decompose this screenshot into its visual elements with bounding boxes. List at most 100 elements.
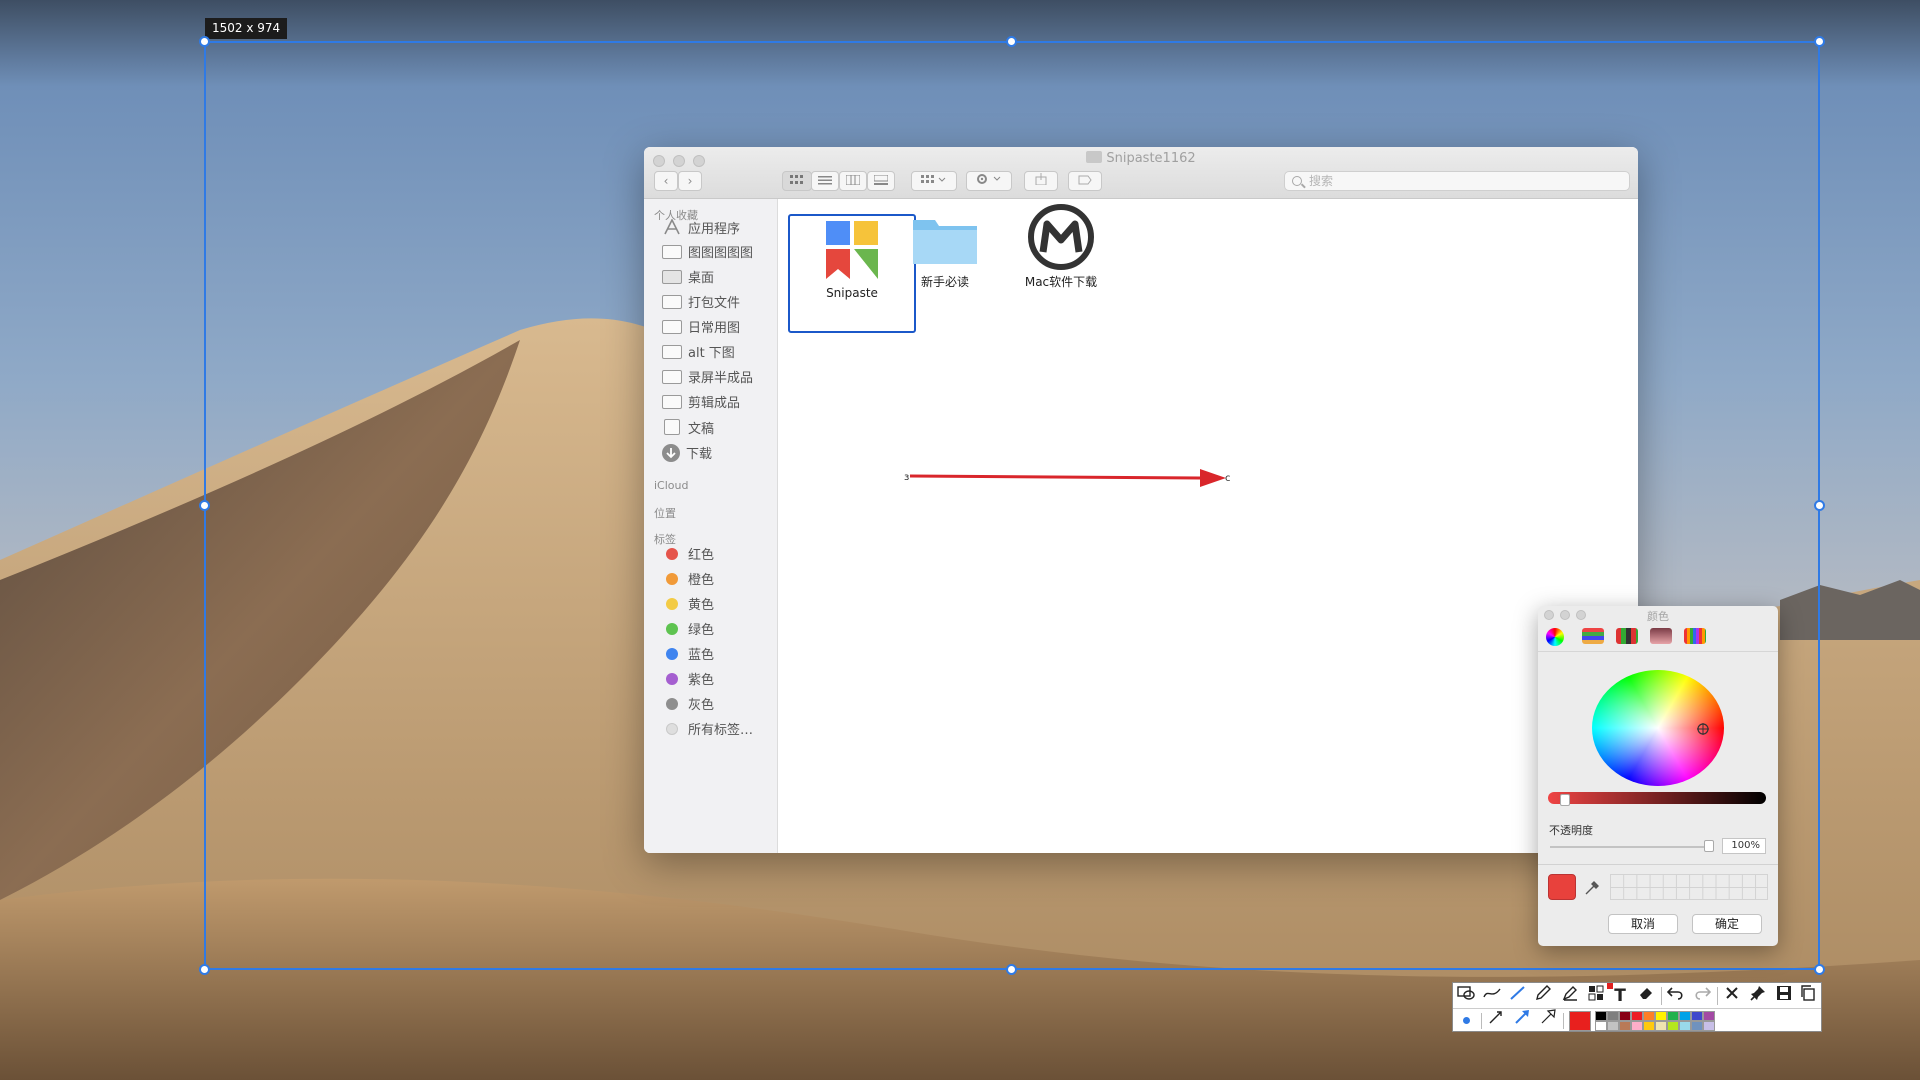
arrow-annotation[interactable]: ɜ c [900,465,1240,489]
sidebar-tag-red[interactable]: 红色 [662,546,774,566]
cancel-button[interactable]: 取消 [1608,914,1678,934]
color-wheel-tab[interactable] [1546,628,1564,646]
sidebar-all-tags[interactable]: 所有标签… [662,721,774,741]
line-arrow-style-icon[interactable] [1485,1009,1507,1031]
search-input[interactable]: 搜索 [1284,171,1630,191]
palette-swatch[interactable] [1619,1011,1631,1021]
list-view-button[interactable] [811,171,839,191]
snipaste-app-icon [826,221,878,279]
palette-swatch[interactable] [1643,1011,1655,1021]
palette-swatch[interactable] [1679,1021,1691,1031]
sidebar-tag-green[interactable]: 绿色 [662,621,774,641]
palette-swatch[interactable] [1631,1011,1643,1021]
resize-handle-right[interactable] [1814,500,1825,511]
current-color-swatch[interactable] [1548,874,1576,900]
current-color-swatch[interactable] [1569,1011,1591,1031]
rectangle-icon[interactable] [1455,985,1477,1007]
resize-handle-bottom-left[interactable] [199,964,210,975]
crayons-tab[interactable] [1684,628,1706,644]
save-icon[interactable] [1773,985,1795,1007]
close-icon[interactable] [1721,985,1743,1007]
palette-swatch[interactable] [1595,1011,1607,1021]
palette-swatch[interactable] [1655,1011,1667,1021]
marker-icon[interactable] [1559,985,1581,1007]
sidebar-item-desktop[interactable]: 桌面 [662,269,774,289]
panel-divider [1538,864,1778,865]
palette-swatch[interactable] [1595,1021,1607,1031]
yellow-tag-icon [666,598,678,610]
palette-swatch[interactable] [1643,1021,1655,1031]
redo-icon[interactable] [1691,985,1713,1007]
color-palette [1595,1011,1721,1031]
pencil-icon[interactable] [1533,985,1555,1007]
ok-button[interactable]: 确定 [1692,914,1762,934]
palette-swatch[interactable] [1655,1021,1667,1031]
eraser-icon[interactable] [1635,985,1657,1007]
palette-swatch[interactable] [1607,1011,1619,1021]
resize-handle-left[interactable] [199,500,210,511]
sidebar-tag-purple[interactable]: 紫色 [662,671,774,691]
group-by-button[interactable] [911,171,957,191]
palette-swatch[interactable] [1667,1021,1679,1031]
icon-view-button[interactable] [782,171,812,191]
opacity-value-field[interactable]: 100% [1722,838,1766,854]
finder-toolbar: Snipaste1162 ‹ › 搜索 [644,147,1638,199]
resize-handle-bottom-right[interactable] [1814,964,1825,975]
resize-handle-top-left[interactable] [199,36,210,47]
palette-swatch[interactable] [1631,1021,1643,1031]
palette-swatch[interactable] [1703,1011,1715,1021]
color-wheel[interactable] [1538,664,1778,804]
palette-swatch[interactable] [1679,1011,1691,1021]
palette-swatch[interactable] [1703,1021,1715,1031]
back-button[interactable]: ‹ [654,171,678,191]
undo-icon[interactable] [1665,985,1687,1007]
action-menu-button[interactable] [966,171,1012,191]
copy-icon[interactable] [1797,985,1819,1007]
palette-swatch[interactable] [1619,1021,1631,1031]
sidebar-item-downloads[interactable]: 下载 [662,444,774,464]
column-view-button[interactable] [839,171,867,191]
palette-swatch[interactable] [1691,1021,1703,1031]
curve-icon[interactable] [1481,985,1503,1007]
sidebar-item-folder[interactable]: 打包文件 [662,294,774,314]
text-icon[interactable]: T [1607,983,1631,1007]
arrow-icon[interactable] [1507,985,1529,1007]
sidebar-item-folder[interactable]: 日常用图 [662,319,774,339]
resize-handle-bottom[interactable] [1006,964,1017,975]
sidebar-tag-blue[interactable]: 蓝色 [662,646,774,666]
resize-handle-top[interactable] [1006,36,1017,47]
sidebar-item-documents[interactable]: 文稿 [662,419,774,439]
sidebar-item-folder[interactable]: 剪辑成品 [662,394,774,414]
pin-icon[interactable] [1747,985,1769,1007]
sidebar-item-folder[interactable]: 录屏半成品 [662,369,774,389]
mosaic-icon[interactable] [1585,985,1607,1007]
color-swatch-grid[interactable] [1610,874,1768,900]
opacity-slider[interactable] [1550,846,1714,848]
eyedropper-icon[interactable] [1584,878,1600,896]
file-item-folder[interactable]: 新手必读 [895,214,995,314]
share-button[interactable] [1024,171,1058,191]
sidebar-tag-gray[interactable]: 灰色 [662,696,774,716]
filled-arrow-style-icon[interactable] [1511,1009,1533,1031]
palette-swatch[interactable] [1691,1011,1703,1021]
stroke-size-dot-icon[interactable] [1455,1009,1477,1031]
sidebar-tag-orange[interactable]: 橙色 [662,571,774,591]
color-palettes-tab[interactable] [1616,628,1638,644]
palette-swatch[interactable] [1607,1021,1619,1031]
hollow-arrow-style-icon[interactable] [1537,1009,1559,1031]
brightness-slider[interactable] [1548,792,1766,804]
forward-button[interactable]: › [678,171,702,191]
resize-handle-top-right[interactable] [1814,36,1825,47]
image-palettes-tab[interactable] [1650,628,1672,644]
tags-button[interactable] [1068,171,1102,191]
sidebar-item-folder[interactable]: alt 下图 [662,344,774,364]
sidebar-item-applications[interactable]: 应用程序 [662,218,774,239]
sidebar-item-folder[interactable]: 图图图图图 [662,244,774,264]
color-sliders-tab[interactable] [1582,628,1604,644]
sidebar-tag-yellow[interactable]: 黄色 [662,596,774,616]
opacity-slider-knob[interactable] [1704,840,1714,852]
file-item-mac-download[interactable]: Mac软件下载 [1001,204,1121,314]
brightness-slider-knob[interactable] [1560,794,1570,806]
palette-swatch[interactable] [1667,1011,1679,1021]
gallery-view-button[interactable] [867,171,895,191]
